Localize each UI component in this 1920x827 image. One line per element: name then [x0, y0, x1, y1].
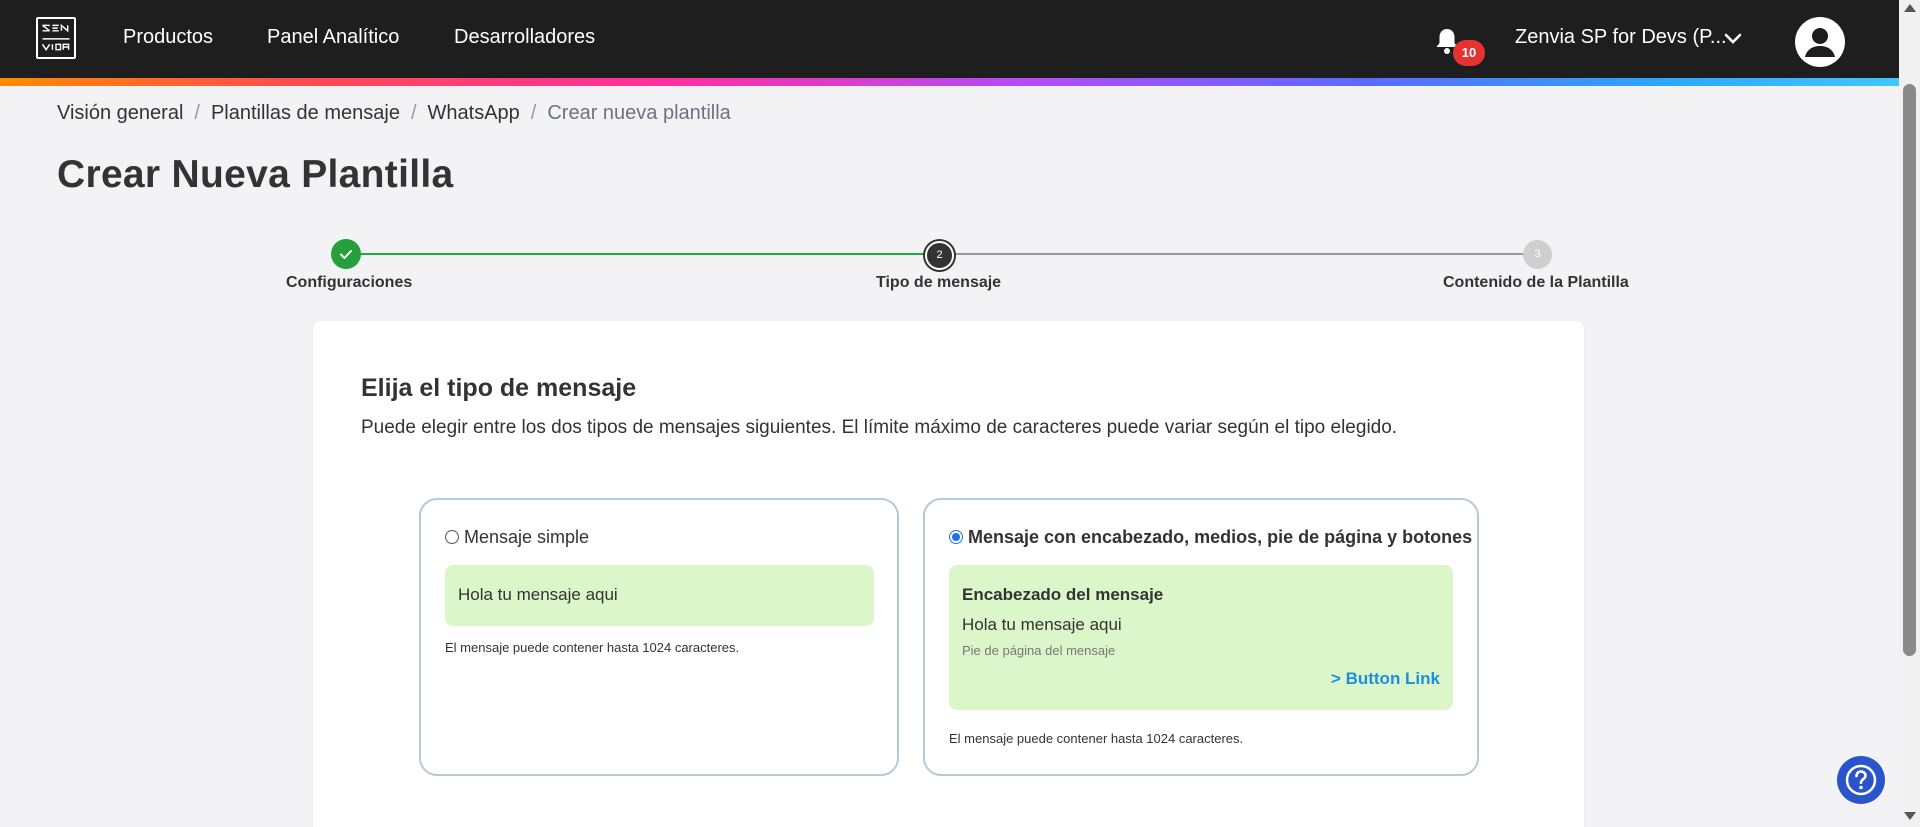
option-simple-label[interactable]: Mensaje simple — [464, 527, 589, 548]
breadcrumb-separator: / — [530, 102, 537, 124]
scroll-down-arrow-icon[interactable] — [1904, 812, 1916, 820]
rich-message-hint: El mensaje puede contener hasta 1024 car… — [949, 731, 1244, 746]
user-avatar-icon[interactable] — [1795, 17, 1845, 67]
breadcrumb-separator: / — [410, 102, 417, 124]
option-rich-message[interactable]: Mensaje con encabezado, medios, pie de p… — [923, 498, 1479, 776]
preview-button-link[interactable]: > Button Link — [1331, 669, 1440, 689]
step-1-completed-icon — [331, 239, 361, 269]
breadcrumb-whatsapp[interactable]: WhatsApp — [428, 102, 520, 124]
zenvia-logo[interactable] — [36, 17, 76, 59]
breadcrumb-current: Crear nueva plantilla — [547, 102, 731, 124]
stepper-line-completed — [346, 253, 939, 255]
preview-body: Hola tu mensaje aqui — [962, 615, 1122, 634]
help-question-icon[interactable] — [1837, 756, 1885, 804]
stepper-line-pending — [939, 253, 1537, 255]
rich-message-preview: Encabezado del mensaje Hola tu mensaje a… — [949, 565, 1453, 710]
simple-message-hint: El mensaje puede contener hasta 1024 car… — [445, 640, 740, 655]
nav-desarrolladores[interactable]: Desarrolladores — [454, 26, 595, 49]
nav-productos[interactable]: Productos — [123, 26, 213, 49]
chevron-down-icon[interactable] — [1724, 32, 1742, 46]
step-1-label: Configuraciones — [286, 274, 413, 291]
breadcrumb-separator: / — [194, 102, 200, 124]
option-simple-message[interactable]: Mensaje simple Hola tu mensaje aqui El m… — [419, 498, 899, 776]
account-switcher[interactable]: Zenvia SP for Devs (P... — [1515, 26, 1727, 49]
step-2-number: 2 — [925, 241, 954, 270]
option-rich-label[interactable]: Mensaje con encabezado, medios, pie de p… — [968, 527, 1472, 548]
notification-badge[interactable]: 10 — [1453, 40, 1485, 66]
brand-gradient-stripe — [0, 78, 1899, 86]
preview-body: Hola tu mensaje aqui — [458, 585, 618, 604]
card-title: Elija el tipo de mensaje — [361, 374, 637, 402]
breadcrumb-vision-general[interactable]: Visión general — [57, 102, 183, 124]
scrollbar-thumb[interactable] — [1903, 84, 1916, 656]
preview-header: Encabezado del mensaje — [962, 585, 1164, 604]
radio-simple-message[interactable] — [445, 530, 459, 544]
page-title: Crear Nueva Plantilla — [57, 153, 454, 196]
step-3-number: 3 — [1523, 240, 1552, 269]
radio-rich-message[interactable] — [949, 530, 963, 544]
breadcrumb: Visión general / Plantillas de mensaje / Wha… — [57, 102, 731, 125]
preview-footer: Pie de página del mensaje — [962, 643, 1116, 658]
card-subtitle: Puede elegir entre los dos tipos de mens… — [361, 417, 1398, 438]
simple-message-preview: Hola tu mensaje aqui — [445, 565, 874, 626]
breadcrumb-plantillas[interactable]: Plantillas de mensaje — [211, 102, 400, 124]
scroll-up-arrow-icon[interactable] — [1904, 4, 1916, 12]
nav-panel-analitico[interactable]: Panel Analítico — [267, 26, 399, 49]
step-2-label: Tipo de mensaje — [876, 274, 1002, 291]
step-3-label: Contenido de la Plantilla — [1443, 274, 1629, 291]
